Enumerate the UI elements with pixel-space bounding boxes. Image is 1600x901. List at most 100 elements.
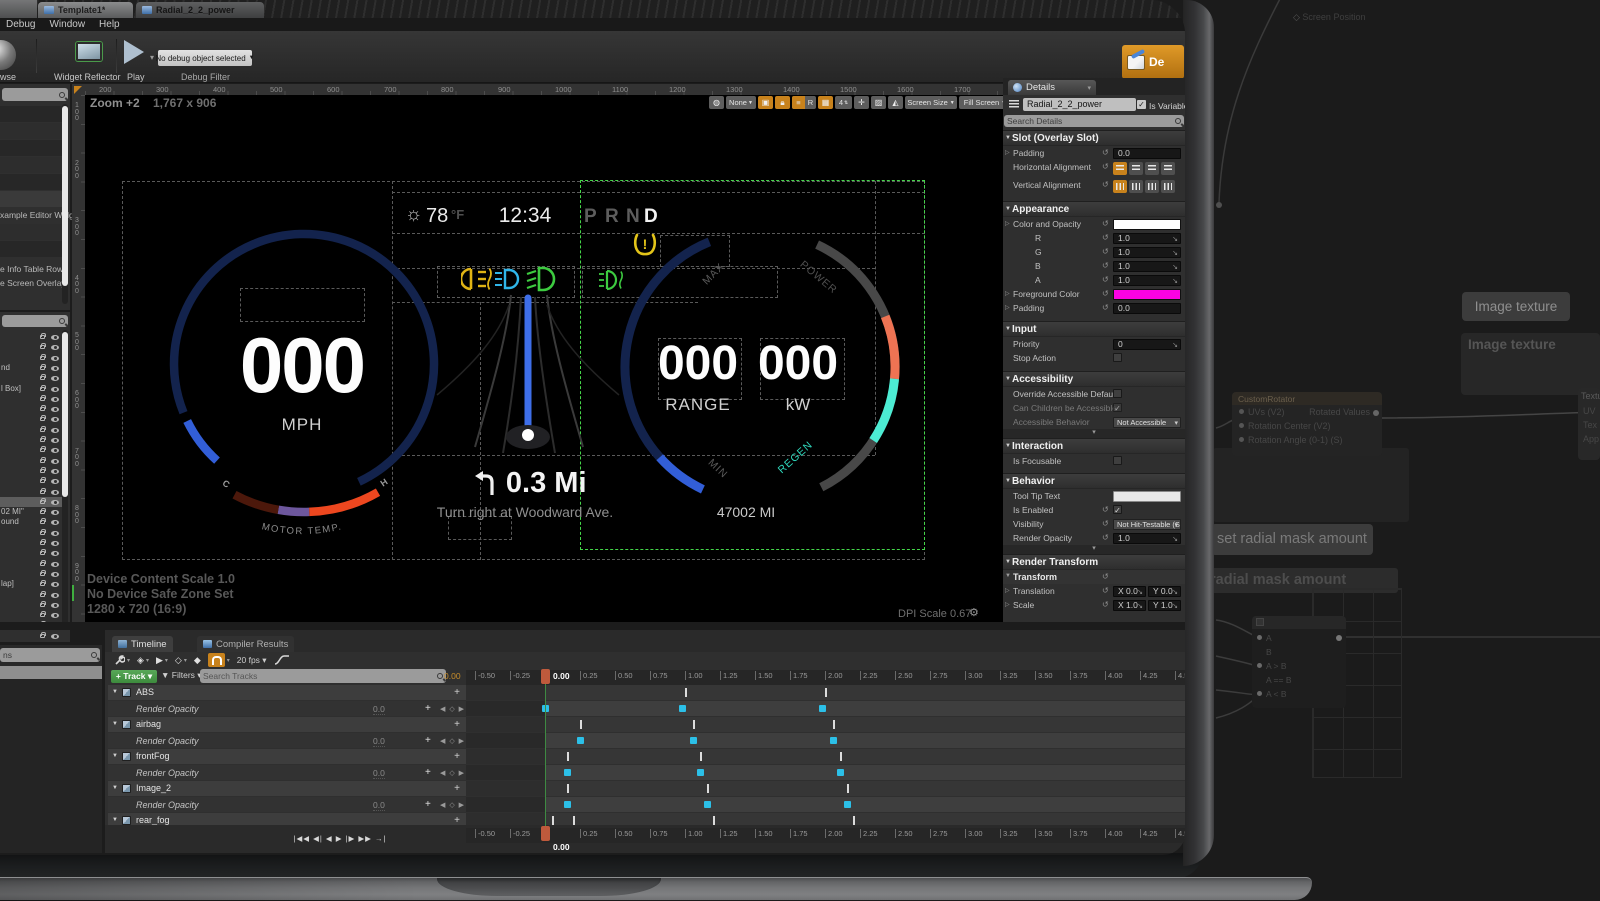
details-row-slot-overlay-slot-[interactable]: ▼Slot (Overlay Slot) — [1003, 130, 1185, 146]
lock-icon[interactable] — [40, 438, 45, 442]
view-options-icon[interactable]: ◈ — [137, 655, 144, 666]
lock-icon[interactable] — [40, 448, 45, 452]
add-key-button[interactable]: + — [425, 703, 431, 714]
hierarchy-row[interactable] — [0, 487, 62, 497]
visibility-eye-icon[interactable] — [51, 520, 59, 525]
vertical-align-button[interactable] — [1145, 180, 1159, 193]
visibility-eye-icon[interactable] — [51, 551, 59, 556]
track-property-ABS[interactable]: Render Opacity0.0+◀ ◇ ▶ — [108, 701, 466, 716]
timeline-ruler-top[interactable]: -0.50-0.250.250.500.751.001.251.501.752.… — [466, 670, 1185, 685]
keyframe[interactable] — [564, 801, 571, 808]
designer-mode-button[interactable]: De — [1122, 45, 1184, 79]
keyframe-options-icon[interactable]: ◇ — [175, 655, 182, 666]
hierarchy-row[interactable]: nd — [0, 363, 62, 373]
lock-icon[interactable] — [40, 345, 45, 349]
alignment-toggle[interactable]: ≡R — [792, 96, 816, 109]
play-dropdown-icon[interactable]: ▾ — [150, 53, 154, 62]
add-track-button[interactable]: + Track ▾ — [111, 670, 157, 683]
lock-icon[interactable] — [40, 562, 45, 566]
visibility-eye-icon[interactable] — [51, 428, 59, 433]
lock-icon[interactable] — [40, 593, 45, 597]
playhead-line[interactable] — [545, 672, 546, 840]
visibility-eye-icon[interactable] — [51, 479, 59, 484]
timeline-tab[interactable]: Timeline — [112, 636, 173, 652]
filters-dropdown[interactable]: ▼ Filters ▾ — [161, 670, 202, 681]
hierarchy-row[interactable] — [0, 425, 62, 435]
visibility-eye-icon[interactable] — [51, 490, 59, 495]
keyframe-row-Image_2-opacity[interactable] — [466, 797, 1185, 812]
hierarchy-row[interactable] — [0, 414, 62, 424]
animations-search-input[interactable]: ns — [0, 648, 100, 662]
lock-icon[interactable] — [40, 603, 45, 607]
hierarchy-row[interactable] — [0, 538, 62, 548]
keyframe[interactable] — [830, 737, 837, 744]
lock-icon[interactable] — [40, 510, 45, 514]
playback-options-icon[interactable]: ▶ — [156, 655, 163, 666]
timeline-keyframes-area[interactable] — [466, 685, 1185, 845]
lock-icon[interactable] — [40, 417, 45, 421]
keyframe-row-Image_2[interactable] — [466, 781, 1185, 796]
hierarchy-row[interactable]: ound — [0, 517, 62, 527]
auto-key-icon[interactable]: ◆ — [194, 655, 201, 666]
lock-icon[interactable] — [40, 634, 45, 638]
widget-reflector-icon[interactable] — [76, 42, 102, 61]
lock-icon[interactable] — [40, 613, 45, 617]
lock-icon[interactable] — [40, 531, 45, 535]
hierarchy-row[interactable] — [0, 497, 62, 507]
details-row-accessibility[interactable]: ▼Accessibility — [1003, 371, 1185, 387]
anchor-button[interactable]: ▣ — [758, 96, 773, 109]
visibility-eye-icon[interactable] — [51, 417, 59, 422]
lock-icon[interactable] — [40, 490, 45, 494]
track-property-airbag[interactable]: Render Opacity0.0+◀ ◇ ▶ — [108, 733, 466, 748]
palette-item[interactable]: e Info Table Row — [0, 264, 63, 274]
playhead-marker-top[interactable] — [541, 669, 550, 684]
visibility-eye-icon[interactable] — [51, 500, 59, 505]
hierarchy-row[interactable] — [0, 610, 62, 620]
preview-background-button[interactable]: ▨ — [871, 96, 886, 109]
hierarchy-row[interactable] — [0, 353, 62, 363]
visibility-eye-icon[interactable] — [51, 345, 59, 350]
visibility-eye-icon[interactable] — [51, 593, 59, 598]
visibility-eye-icon[interactable] — [51, 603, 59, 608]
keyframe[interactable] — [704, 801, 711, 808]
visibility-eye-icon[interactable] — [51, 397, 59, 402]
animation-selected-row[interactable] — [0, 666, 102, 679]
lock-icon[interactable] — [40, 541, 45, 545]
snap-toggle-button[interactable] — [208, 653, 225, 667]
screen-size-dropdown[interactable]: Screen Size▼ — [905, 96, 957, 109]
hierarchy-row[interactable] — [0, 559, 62, 569]
keyframe[interactable] — [577, 737, 584, 744]
keyframe-row-ABS[interactable] — [466, 685, 1185, 700]
dpi-settings-gear-icon[interactable]: ⚙ — [969, 606, 979, 619]
track-row-ABS[interactable]: ▼ABS+ — [108, 685, 466, 700]
details-row-behavior[interactable]: ▼Behavior — [1003, 473, 1185, 489]
visibility-eye-icon[interactable] — [51, 448, 59, 453]
hierarchy-row[interactable] — [0, 404, 62, 414]
safe-zone-button[interactable]: ◭ — [888, 96, 903, 109]
keyframe-row-frontFog-opacity[interactable] — [466, 765, 1185, 780]
details-row-render-transform[interactable]: ▼Render Transform — [1003, 554, 1185, 570]
keyframe[interactable] — [690, 737, 697, 744]
hierarchy-row[interactable] — [0, 548, 62, 558]
horizontal-align-button[interactable] — [1129, 162, 1143, 175]
visibility-eye-icon[interactable] — [51, 510, 59, 515]
visibility-eye-icon[interactable] — [51, 634, 59, 639]
lock-icon[interactable] — [40, 387, 45, 391]
keyframe[interactable] — [844, 801, 851, 808]
window-tab-radial[interactable]: Radial_2_2_power — [136, 2, 264, 18]
details-row-interaction[interactable]: ▼Interaction — [1003, 438, 1185, 454]
hierarchy-row[interactable] — [0, 569, 62, 579]
track-row-Image_2[interactable]: ▼Image_2+ — [108, 781, 466, 796]
keyframe-row-frontFog[interactable] — [466, 749, 1185, 764]
visibility-eye-icon[interactable] — [51, 335, 59, 340]
lock-icon[interactable] — [40, 459, 45, 463]
menu-help[interactable]: Help — [99, 19, 120, 30]
hierarchy-row[interactable] — [0, 342, 62, 352]
hierarchy-row[interactable] — [0, 466, 62, 476]
hierarchy-row[interactable]: 02 MI" — [0, 507, 62, 517]
hierarchy-row[interactable] — [0, 456, 62, 466]
visibility-eye-icon[interactable] — [51, 531, 59, 536]
fps-dropdown[interactable]: 20 fps ▾ — [237, 655, 267, 666]
lock-icon[interactable] — [40, 366, 45, 370]
playhead-marker-bottom[interactable] — [541, 826, 550, 841]
